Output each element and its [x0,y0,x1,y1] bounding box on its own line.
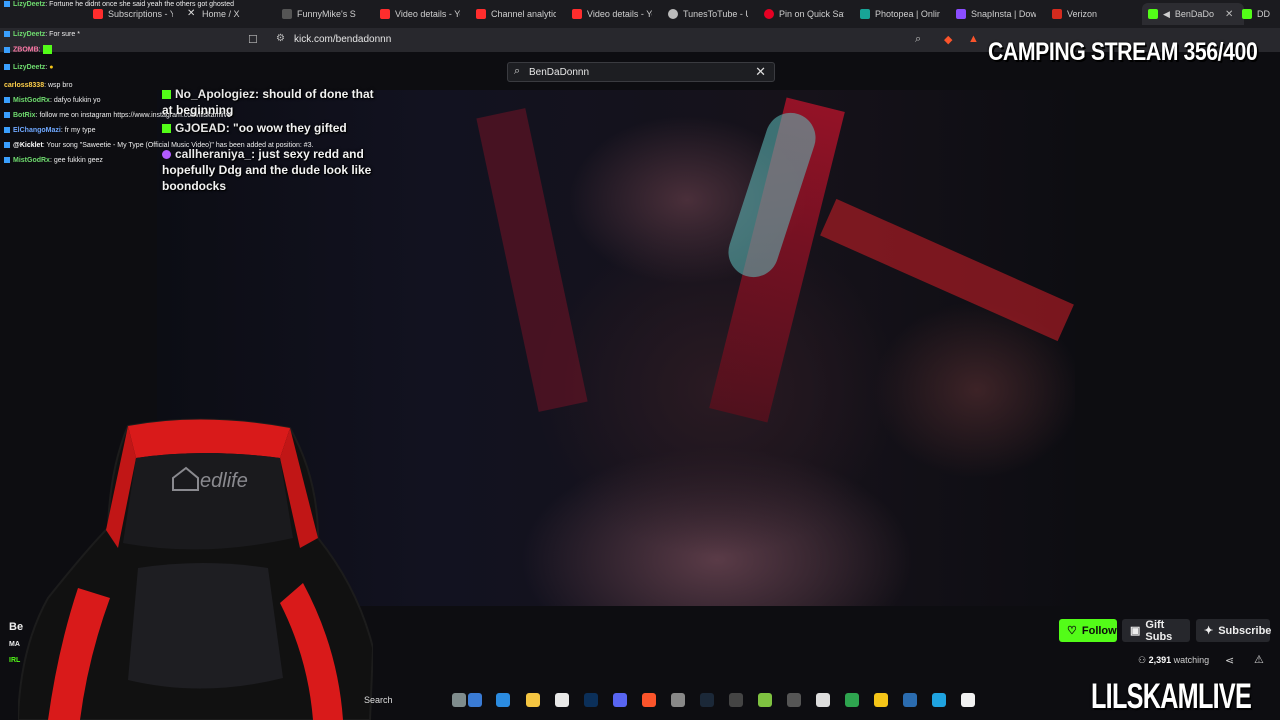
app-icon[interactable] [874,693,888,707]
stream-overlay-title: CAMPING STREAM 356/400 [988,38,1258,66]
copilot-icon[interactable] [468,693,482,707]
app-icon[interactable] [758,693,772,707]
subscribe-button[interactable]: ✦ Subscribe [1196,619,1271,642]
brave-icon[interactable] [642,693,656,707]
brave-shield-icon[interactable]: ◆ [944,33,952,46]
gift-subs-button[interactable]: ▣ Gift Subs [1122,619,1190,643]
badge-icon [4,1,10,8]
zoom-icon[interactable]: ⌕ [915,33,921,46]
side-chat-message: @Kicklet: Your song "Saweetie - My Type … [4,141,314,150]
report-icon[interactable]: ⚠ [1254,653,1264,666]
kick-badge-icon [162,124,171,134]
side-chat-message: MistGodRx: gee fukkin geez [4,156,103,165]
tab-video-details-2[interactable]: Video details - Yo [572,5,652,23]
side-chat-message: LizyDeetz: Fortune he didnt once she sai… [4,0,234,9]
stream-overlay-brand: LILSKAMLIVE [1091,677,1252,716]
heart-icon: ♡ [1067,625,1077,637]
speaker-icon: ◀ [1163,8,1170,19]
video-frame-detail [476,108,588,412]
document-icon[interactable] [961,693,975,707]
side-chat-message: LizyDeetz: ● [4,63,53,72]
tab-funnymike[interactable]: FunnyMike's S [282,5,360,23]
youtube-studio-icon [380,9,390,19]
badge-icon [4,97,10,104]
taskbar-search[interactable]: Search [364,695,393,705]
brave-rewards-icon[interactable]: ▲ [968,33,979,45]
gear-icon [668,9,678,19]
tab-video-details-1[interactable]: Video details - Yo [380,5,460,23]
youtube-icon [93,9,103,19]
tab-tunestotube[interactable]: TunesToTube - Up [668,5,748,23]
clear-search-icon[interactable]: ✕ [755,64,766,80]
side-chat-message: ZBOMB: [4,45,56,54]
url-text[interactable]: kick.com/bendadonnn [294,34,391,45]
chat-message: GJOEAD: "oo wow they gifted [162,120,382,136]
x-icon: ✕ [187,8,196,19]
site-settings-icon[interactable]: ⚙ [276,33,285,44]
tab-snapinsta[interactable]: SnapInsta | Down [956,5,1036,23]
app-icon[interactable] [932,693,946,707]
gift-icon: ▣ [1130,625,1141,637]
badge-icon [4,142,10,149]
badge-icon [4,127,10,134]
app-icon[interactable] [729,693,743,707]
viewer-count: ⚇ 2,391 watching [1138,655,1210,665]
badge-icon [4,31,10,38]
store-icon[interactable] [555,693,569,707]
notepad-icon[interactable] [903,693,917,707]
kick-badge-icon [162,90,171,100]
steam-icon[interactable] [700,693,714,707]
side-chat-message: LizyDeetz: For sure * [4,30,80,39]
verizon-icon [1052,9,1062,19]
follow-button[interactable]: ♡ Follow [1059,619,1117,642]
taskbar: Search [360,688,1080,714]
badge-icon [4,64,10,71]
discord-icon[interactable] [613,693,627,707]
app-icon[interactable] [845,693,859,707]
side-chat-message: ElChangoMazi: fr my type [4,126,95,135]
youtube-studio-icon [476,9,486,19]
app-icon[interactable] [787,693,801,707]
tab-pinterest[interactable]: Pin on Quick Save [764,5,844,23]
side-chat-message: carloss8338: wsp bro [4,82,73,89]
widgets-icon[interactable] [452,693,466,707]
side-chat-message: BotRix: follow me on instagram https://w… [4,111,231,120]
tab-photopea[interactable]: Photopea | Onlin [860,5,940,23]
pinterest-icon [764,9,774,19]
photopea-icon [860,9,870,19]
search-bar[interactable]: ⌕ ✕ [507,62,775,82]
badge-icon [4,157,10,164]
search-input[interactable] [529,65,749,79]
close-tab-icon[interactable]: ✕ [1225,9,1233,20]
viewers-icon: ⚇ [1138,655,1147,665]
kick-icon [1148,9,1158,19]
chat-message: callheraniya_: just sexy redd and hopefu… [162,147,372,193]
bookmark-icon[interactable]: ☐ [248,33,258,46]
app-icon[interactable] [816,693,830,707]
side-chat-message: MistGodRx: dafyo fukkin yo [4,96,101,105]
tab-channel-analytics[interactable]: Channel analytics [476,5,556,23]
edge-icon[interactable] [496,693,510,707]
tab-dd[interactable]: DD [1242,5,1278,23]
tab-verizon[interactable]: Verizon [1052,5,1112,23]
kick-icon [1242,9,1252,19]
snapinsta-icon [956,9,966,19]
kick-emote-icon [42,45,52,54]
chair-logo-text: edlife [200,470,248,492]
star-icon: ✦ [1204,625,1214,637]
share-icon[interactable]: ⋖ [1225,654,1234,667]
speaker-icon [282,9,292,19]
badge-icon [4,112,10,119]
youtube-studio-icon [572,9,582,19]
photoshop-icon[interactable] [584,693,598,707]
tab-bendadonnn-active[interactable]: ◀ BenDaDo ✕ [1142,3,1244,25]
file-explorer-icon[interactable] [526,693,540,707]
obs-icon[interactable] [671,693,685,707]
video-frame-detail [820,198,1074,342]
badge-icon [4,46,10,53]
sub-badge-icon [162,150,171,160]
gaming-chair-overlay: edlife [18,418,373,720]
emoji-icon: ● [49,64,54,71]
search-icon: ⌕ [514,65,521,77]
